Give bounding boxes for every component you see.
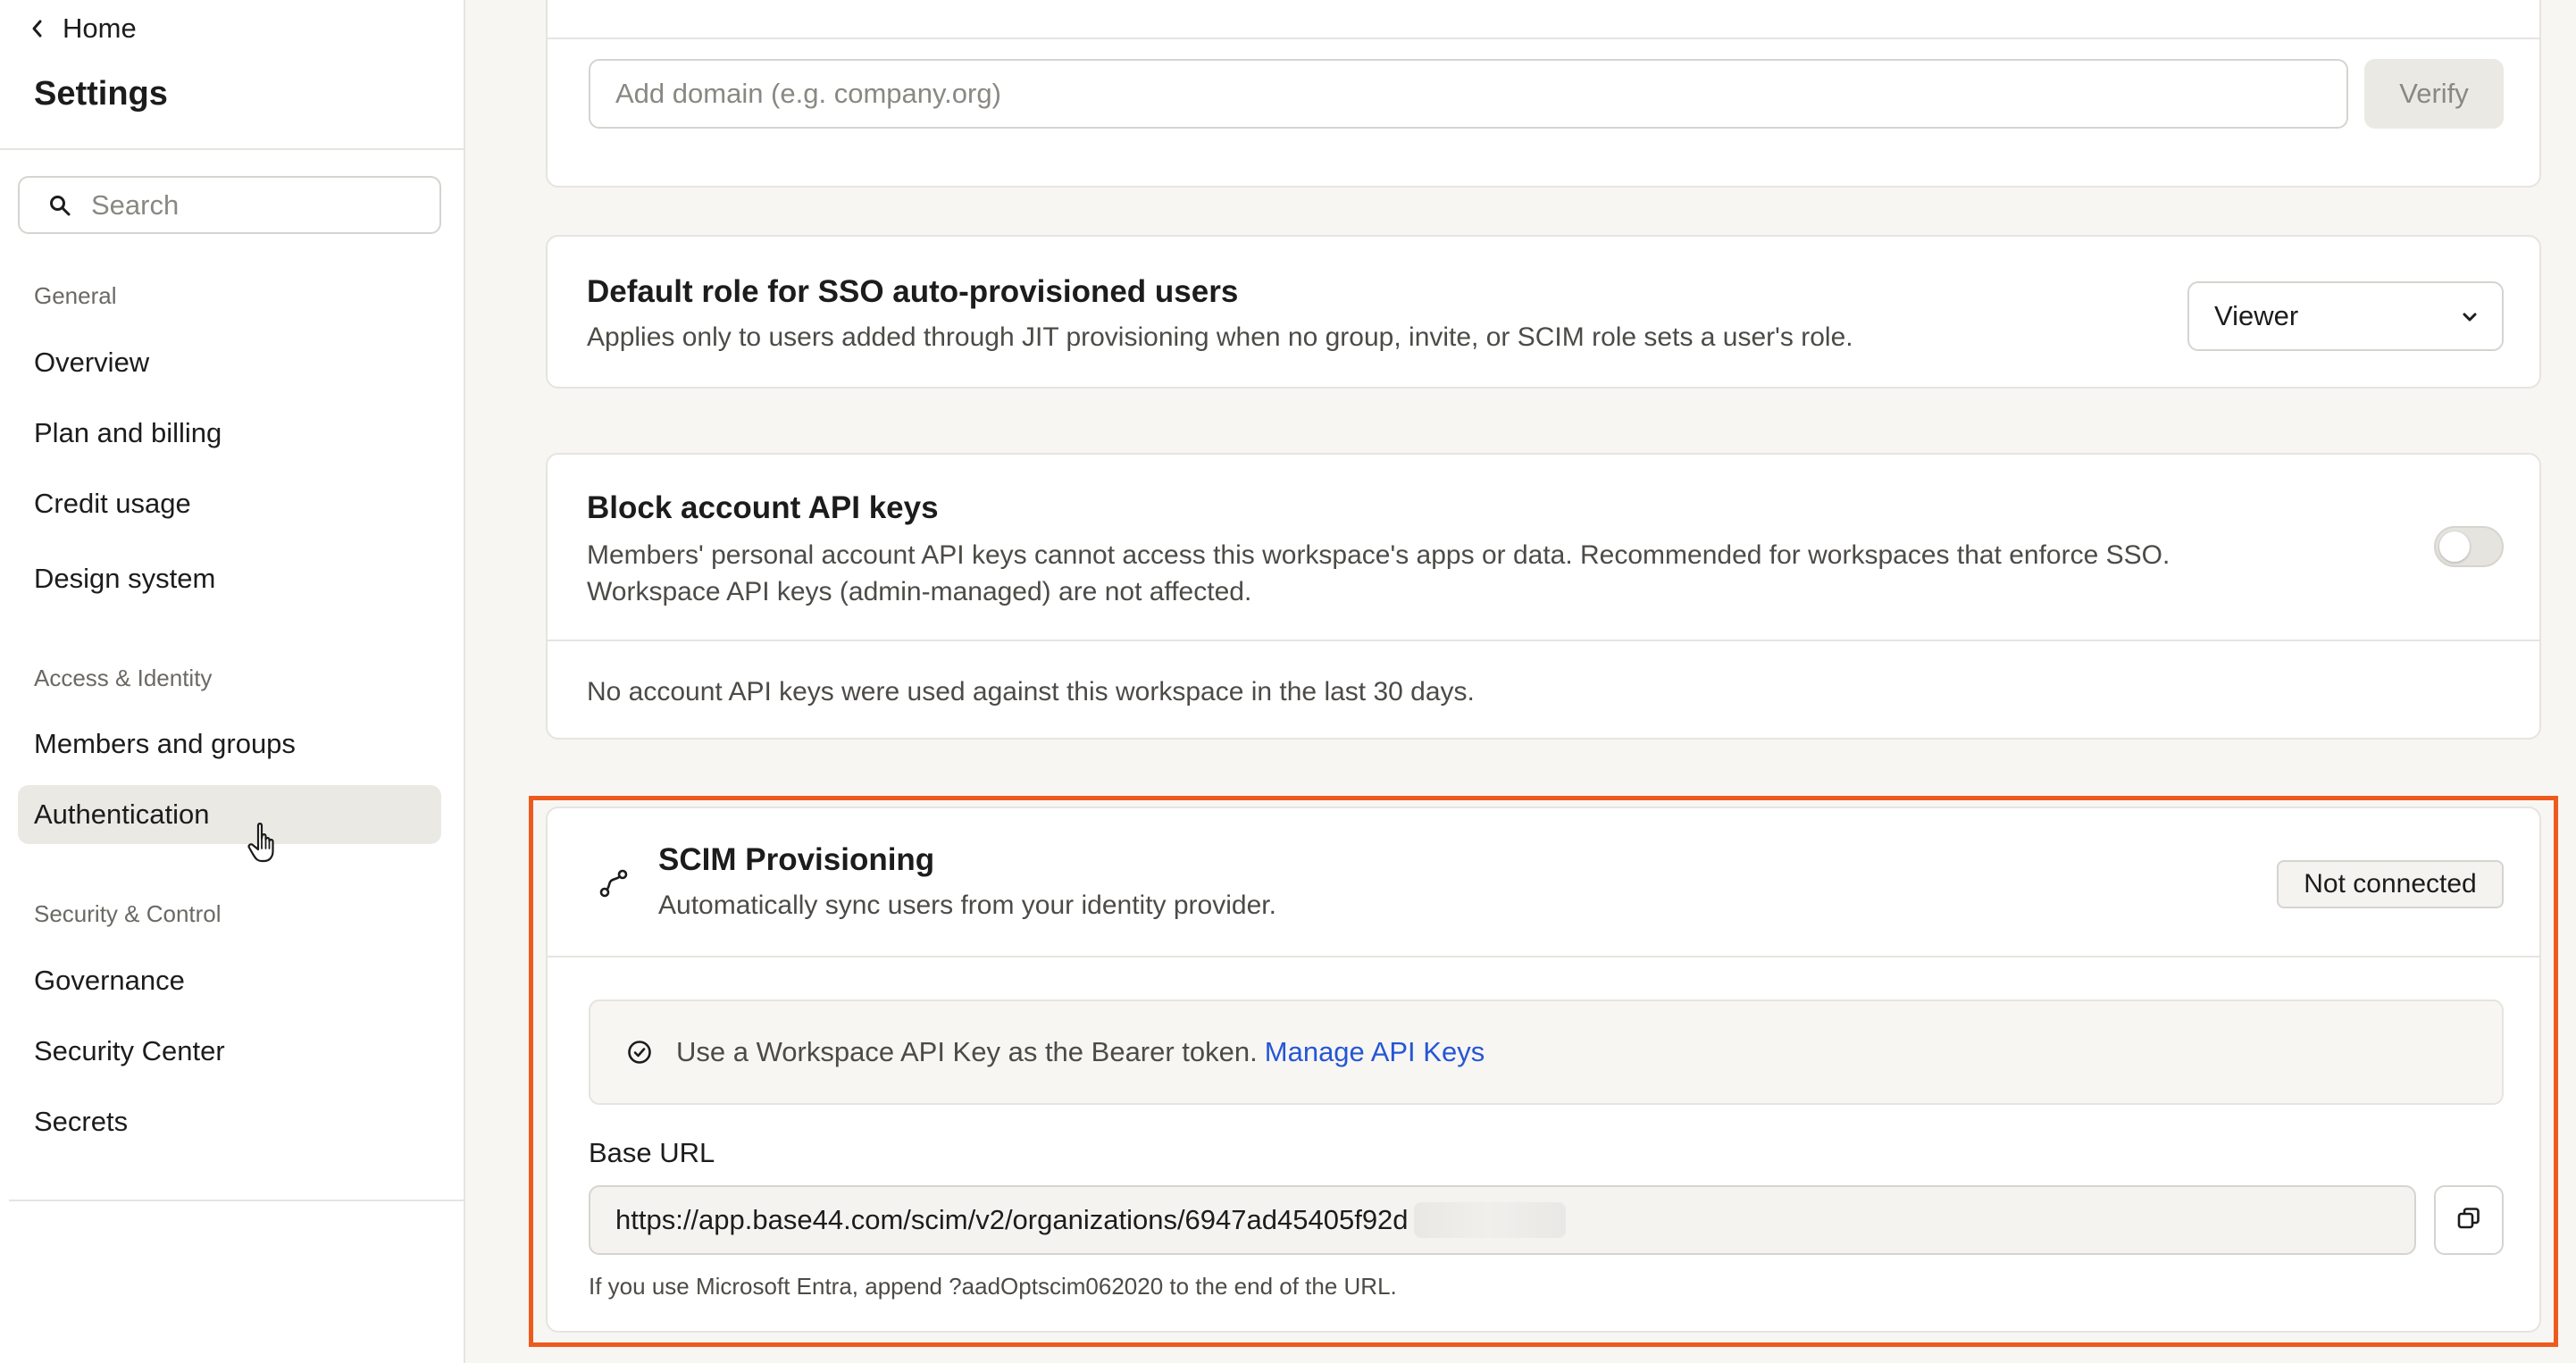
block-api-keys-toggle[interactable] (2434, 526, 2504, 567)
chevron-down-icon (2461, 308, 2479, 326)
sidebar-item-authentication[interactable]: Authentication (18, 785, 441, 844)
card-divider (548, 38, 2539, 39)
chevron-left-icon (27, 19, 46, 38)
hand-cursor-icon (247, 822, 282, 865)
block-api-keys-card: Block account API keys Members' personal… (546, 453, 2541, 740)
search-input[interactable] (91, 188, 431, 222)
default-role-value: Viewer (2214, 300, 2299, 331)
default-role-description: Applies only to users added through JIT … (587, 322, 1853, 352)
search-field[interactable] (18, 176, 441, 234)
home-link-label: Home (63, 13, 137, 44)
sidebar-divider (0, 148, 464, 150)
sidebar-item-governance[interactable]: Governance (18, 951, 441, 1010)
settings-sidebar: Home Settings General Overview Plan and … (0, 0, 465, 1363)
sidebar-item-secrets[interactable]: Secrets (18, 1092, 441, 1151)
sidebar-item-credit-usage[interactable]: Credit usage (18, 474, 441, 533)
default-role-title: Default role for SSO auto-provisioned us… (587, 274, 1239, 309)
sidebar-divider (9, 1200, 464, 1201)
home-link[interactable]: Home (27, 13, 137, 45)
block-api-keys-description-line1: Members' personal account API keys canno… (587, 540, 2170, 570)
sidebar-section-general: General (34, 282, 117, 309)
verify-button[interactable]: Verify (2364, 59, 2504, 129)
sidebar-item-overview[interactable]: Overview (18, 333, 441, 392)
sidebar-section-access: Access & Identity (34, 665, 213, 691)
page-title: Settings (34, 75, 168, 113)
block-api-keys-description-line2: Workspace API keys (admin-managed) are n… (587, 577, 1252, 606)
domain-card: Verify (546, 0, 2541, 188)
sidebar-section-security: Security & Control (34, 900, 222, 927)
default-role-select[interactable]: Viewer (2187, 281, 2504, 351)
toggle-knob (2439, 531, 2470, 562)
default-role-card: Default role for SSO auto-provisioned us… (546, 235, 2541, 389)
sidebar-item-plan-billing[interactable]: Plan and billing (18, 404, 441, 463)
domain-input[interactable] (589, 59, 2348, 129)
block-api-keys-title: Block account API keys (587, 490, 939, 525)
sidebar-item-security-center[interactable]: Security Center (18, 1022, 441, 1081)
scim-highlight-frame (529, 796, 2558, 1347)
card-divider (548, 640, 2539, 641)
sidebar-item-members-groups[interactable]: Members and groups (18, 715, 441, 773)
sidebar-item-design-system[interactable]: Design system (18, 549, 441, 608)
search-icon (48, 194, 71, 217)
api-keys-usage-note: No account API keys were used against th… (587, 677, 1475, 707)
